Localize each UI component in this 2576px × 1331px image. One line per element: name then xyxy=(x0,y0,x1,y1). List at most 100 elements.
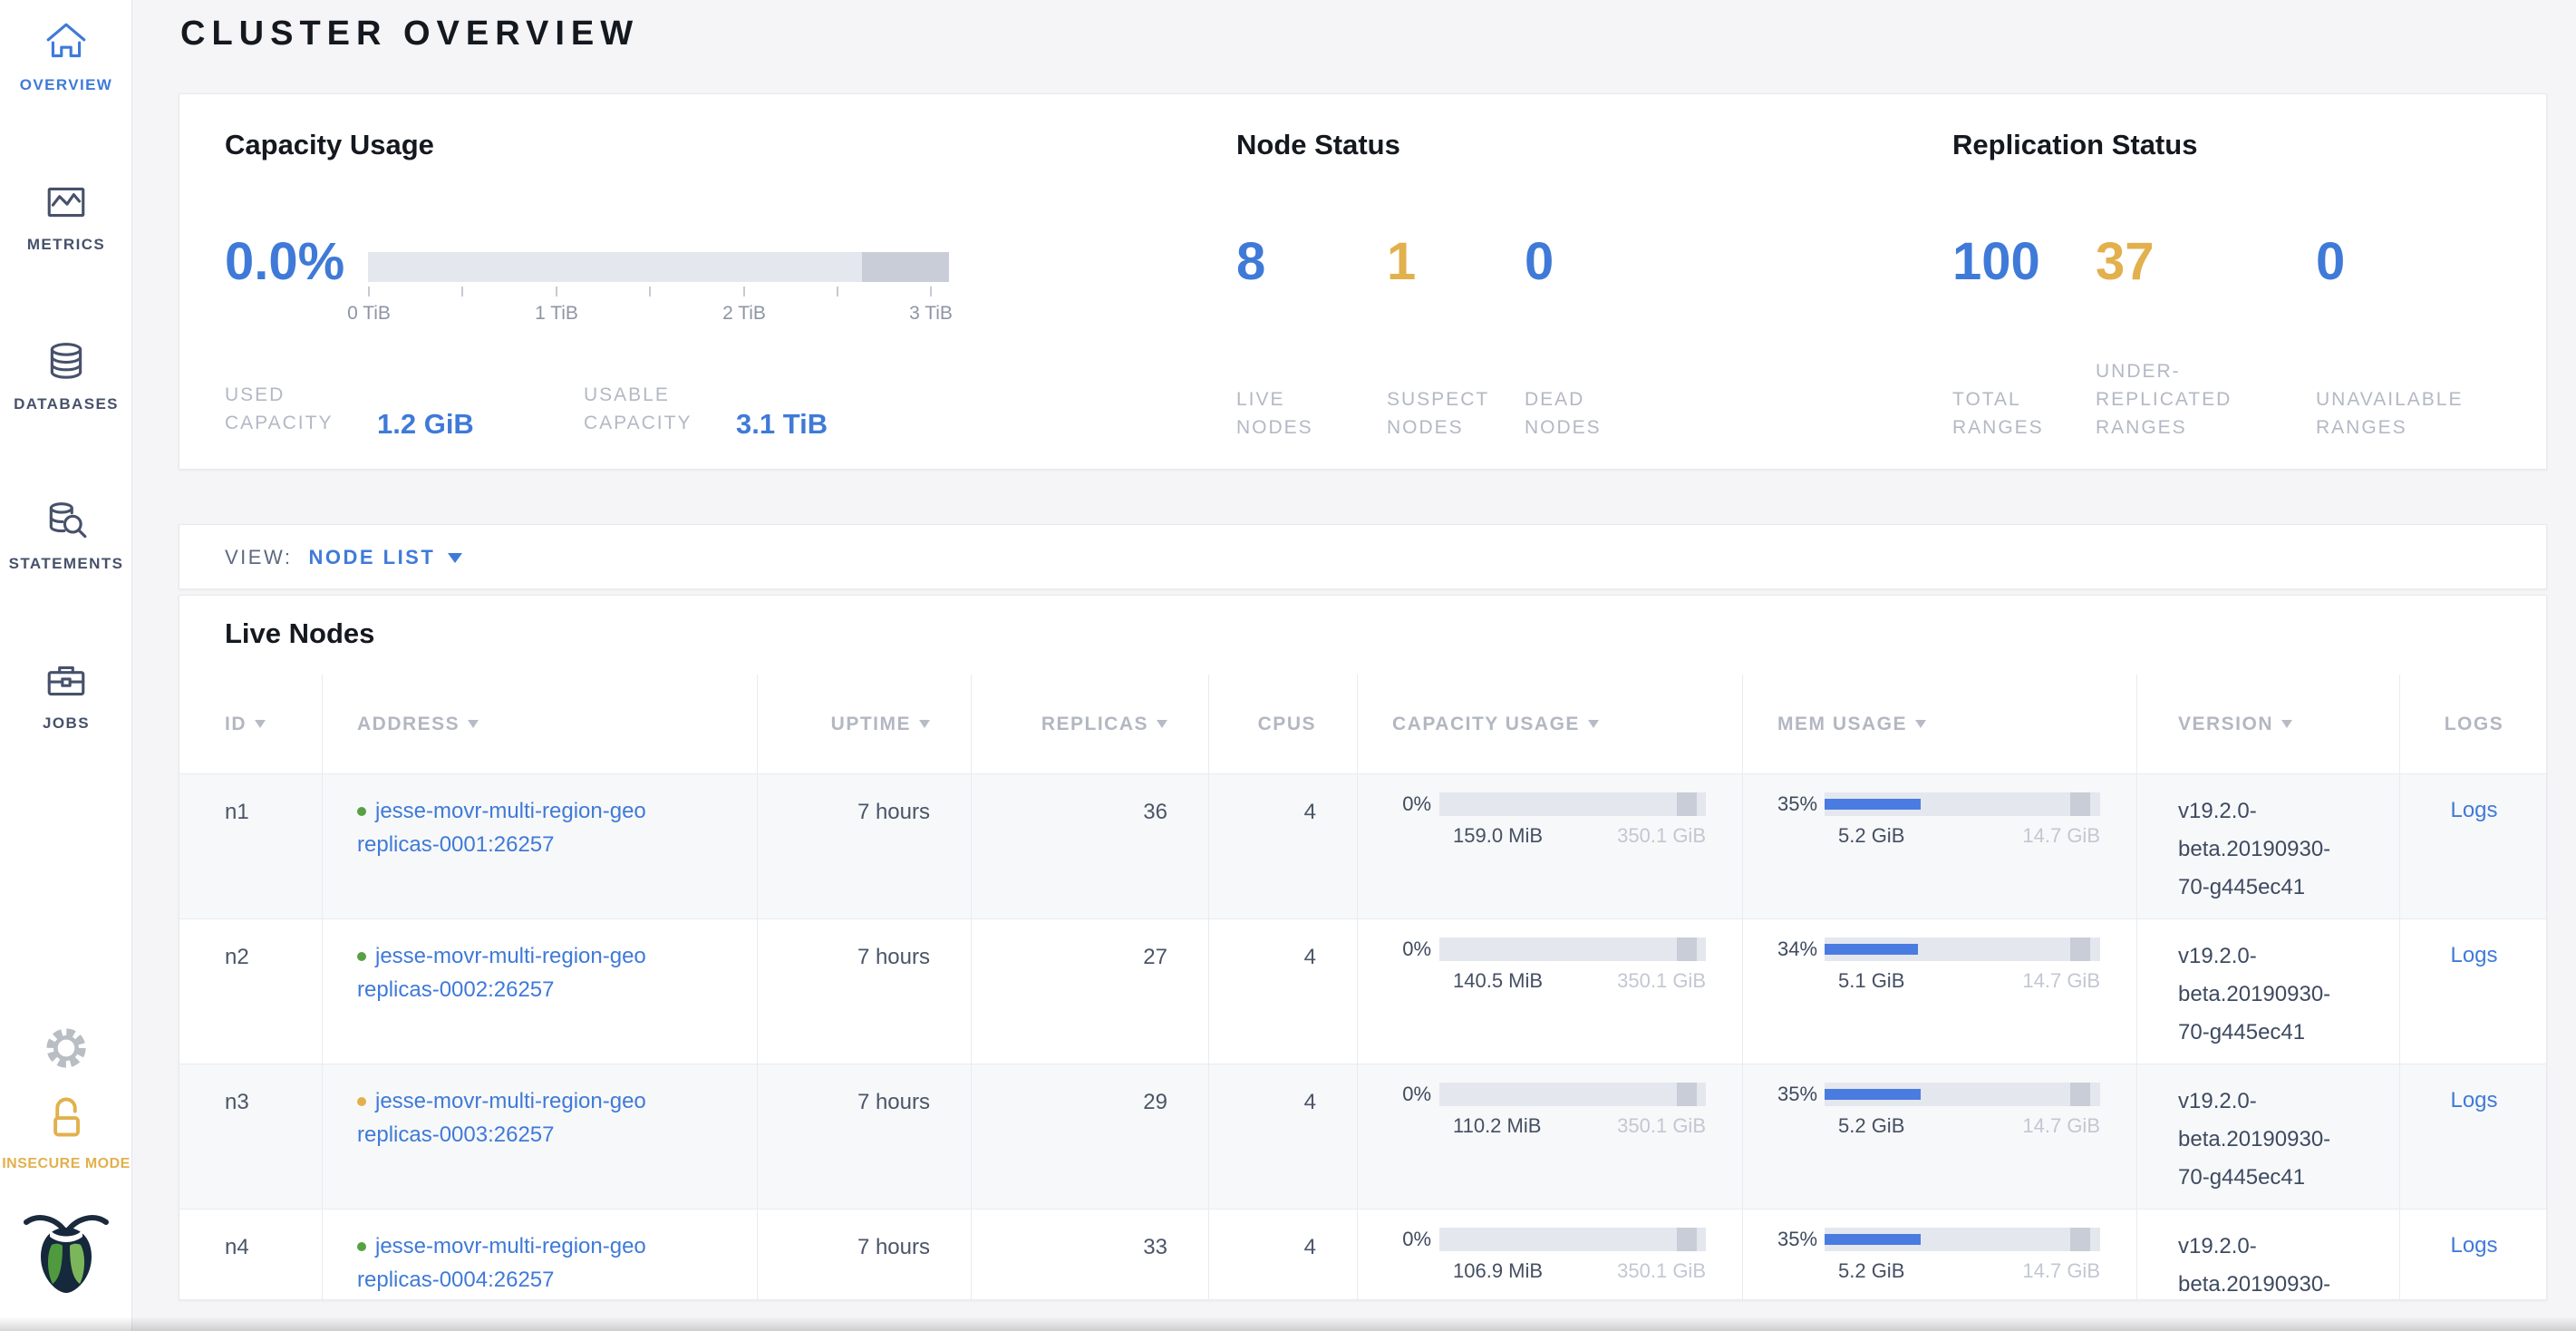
used-capacity-stat: USED CAPACITY 1.2 GiB xyxy=(225,381,474,437)
node-cpus-cell: 4 xyxy=(1208,1210,1357,1300)
capacity-bar-segment xyxy=(1677,938,1697,961)
sidebar-item-statements[interactable]: STATEMENTS xyxy=(0,499,132,573)
node-uptime-cell: 7 hours xyxy=(757,919,971,1064)
mem-bar-fill xyxy=(1825,1089,1921,1100)
capacity-bar xyxy=(1439,1083,1706,1106)
live-nodes-title: Live Nodes xyxy=(225,617,374,650)
capacity-used-value: 110.2 MiB xyxy=(1453,1114,1541,1138)
capacity-used-value: 106.9 MiB xyxy=(1453,1259,1543,1283)
axis-tick xyxy=(837,287,838,296)
sidebar-item-metrics[interactable]: METRICS xyxy=(0,180,132,254)
node-capacity-usage-cell: 0% 159.0 MiB 350.1 GiB xyxy=(1357,774,1742,918)
node-id-cell: n3 xyxy=(179,1064,322,1209)
node-replicas-cell: 36 xyxy=(971,774,1208,918)
capacity-bar-segment xyxy=(1677,1228,1697,1251)
sort-icon xyxy=(1157,720,1167,728)
replication-status-stats: 100 TOTAL RANGES 37 UNDER-REPLICATED RAN… xyxy=(1952,232,2515,442)
replication-status-title: Replication Status xyxy=(1952,129,2197,161)
column-header-id[interactable]: ID xyxy=(179,675,322,773)
capacity-percent: 0% xyxy=(1392,1083,1439,1106)
chevron-down-icon xyxy=(448,553,462,563)
page-title: CLUSTER OVERVIEW xyxy=(180,15,639,53)
node-capacity-usage-cell: 0% 106.9 MiB 350.1 GiB xyxy=(1357,1210,1742,1300)
node-address-cell: jesse-movr-multi-region-georeplicas-0002… xyxy=(322,919,757,1064)
usable-capacity-value: 3.1 TiB xyxy=(736,408,828,441)
live-nodes-value: 8 xyxy=(1236,232,1387,292)
node-cpus-cell: 4 xyxy=(1208,1064,1357,1209)
mem-bar-segment xyxy=(2070,792,2091,816)
insecure-mode-indicator[interactable]: INSECURE MODE xyxy=(0,1093,132,1172)
cluster-summary-panel: Capacity Usage 0.0% 0 TiB 1 TiB 2 TiB 3 … xyxy=(179,93,2547,470)
cockroachdb-logo[interactable] xyxy=(0,1206,132,1301)
node-replicas-cell: 27 xyxy=(971,919,1208,1064)
live-nodes-table: ID ADDRESS UPTIME REPLICAS CPUS CAPACITY… xyxy=(179,675,2547,1300)
sidebar-item-databases[interactable]: DATABASES xyxy=(0,339,132,413)
node-logs-cell: Logs xyxy=(2399,1064,2547,1209)
node-uptime-cell: 7 hours xyxy=(757,774,971,918)
node-address-cell: jesse-movr-multi-region-georeplicas-0001… xyxy=(322,774,757,918)
capacity-bar-segment xyxy=(1677,792,1697,816)
gear-icon xyxy=(41,1062,92,1077)
column-header-replicas[interactable]: REPLICAS xyxy=(971,675,1208,773)
sidebar-item-jobs[interactable]: JOBS xyxy=(0,658,132,733)
mem-bar xyxy=(1825,792,2100,816)
axis-tick xyxy=(368,287,370,296)
logs-link[interactable]: Logs xyxy=(2450,943,2497,967)
node-status-dot xyxy=(357,807,366,816)
unlock-icon xyxy=(43,1129,90,1144)
sidebar-item-label: STATEMENTS xyxy=(0,555,132,573)
column-header-version[interactable]: VERSION xyxy=(2136,675,2399,773)
node-mem-usage-cell: 35% 5.2 GiB 14.7 GiB xyxy=(1742,1210,2136,1300)
sort-icon xyxy=(1915,720,1926,728)
axis-tick xyxy=(649,287,651,296)
view-dropdown[interactable]: NODE LIST xyxy=(308,546,462,569)
node-status-stats: 8 LIVE NODES 1 SUSPECT NODES 0 DEAD NODE… xyxy=(1236,232,1679,442)
suspect-nodes-label: SUSPECT NODES xyxy=(1387,385,1505,442)
capacity-percent: 0% xyxy=(1392,938,1439,961)
node-version-cell: v19.2.0- beta.20190930- 70-g445ec41 xyxy=(2136,919,2399,1064)
window-bottom-shadow xyxy=(0,1316,2576,1331)
node-address-cell: jesse-movr-multi-region-georeplicas-0003… xyxy=(322,1064,757,1209)
mem-bar-segment xyxy=(2070,1083,2091,1106)
mem-total-value: 14.7 GiB xyxy=(2022,1259,2100,1283)
column-header-uptime[interactable]: UPTIME xyxy=(757,675,971,773)
suspect-nodes-stat: 1 SUSPECT NODES xyxy=(1387,232,1525,442)
column-header-cpus: CPUS xyxy=(1208,675,1357,773)
cluster-capacity-bar xyxy=(368,252,949,282)
mem-used-value: 5.2 GiB xyxy=(1838,824,1904,848)
cockroach-bug-icon xyxy=(23,1285,110,1300)
sidebar-item-overview[interactable]: OVERVIEW xyxy=(0,20,132,94)
node-version-cell: v19.2.0- beta.20190930- 70-g445ec41 xyxy=(2136,774,2399,918)
home-icon xyxy=(0,20,132,67)
table-row: n1 jesse-movr-multi-region-georeplicas-0… xyxy=(179,773,2547,918)
logs-link[interactable]: Logs xyxy=(2450,1233,2497,1258)
column-header-address[interactable]: ADDRESS xyxy=(322,675,757,773)
mem-bar xyxy=(1825,1083,2100,1106)
node-status-dot xyxy=(357,952,366,961)
node-version-cell: v19.2.0- beta.20190930- 70-g445ec41 xyxy=(2136,1210,2399,1300)
node-address-link[interactable]: jesse-movr-multi-region-georeplicas-0004… xyxy=(357,1234,646,1292)
node-address-link[interactable]: jesse-movr-multi-region-georeplicas-0001… xyxy=(357,799,646,857)
node-id-cell: n2 xyxy=(179,919,322,1064)
node-address-link[interactable]: jesse-movr-multi-region-georeplicas-0003… xyxy=(357,1089,646,1147)
node-mem-usage-cell: 34% 5.1 GiB 14.7 GiB xyxy=(1742,919,2136,1064)
sidebar-item-label: OVERVIEW xyxy=(0,76,132,94)
node-logs-cell: Logs xyxy=(2399,919,2547,1064)
mem-percent: 35% xyxy=(1777,1083,1825,1106)
mem-bar-fill xyxy=(1825,1234,1921,1245)
axis-tick xyxy=(930,287,932,296)
dead-nodes-stat: 0 DEAD NODES xyxy=(1525,232,1679,442)
live-nodes-label: LIVE NODES xyxy=(1236,385,1345,442)
capacity-bar xyxy=(1439,1228,1706,1251)
column-header-capacity-usage[interactable]: CAPACITY USAGE xyxy=(1357,675,1742,773)
capacity-used-percent: 0.0% xyxy=(225,232,344,292)
suspect-nodes-value: 1 xyxy=(1387,232,1525,292)
column-header-mem-usage[interactable]: MEM USAGE xyxy=(1742,675,2136,773)
logs-link[interactable]: Logs xyxy=(2450,1088,2497,1112)
node-id-cell: n4 xyxy=(179,1210,322,1300)
node-address-link[interactable]: jesse-movr-multi-region-georeplicas-0002… xyxy=(357,944,646,1002)
axis-tick-label: 1 TiB xyxy=(520,303,593,325)
sidebar-item-label: JOBS xyxy=(0,714,132,733)
settings-button[interactable] xyxy=(0,1023,132,1078)
logs-link[interactable]: Logs xyxy=(2450,798,2497,822)
